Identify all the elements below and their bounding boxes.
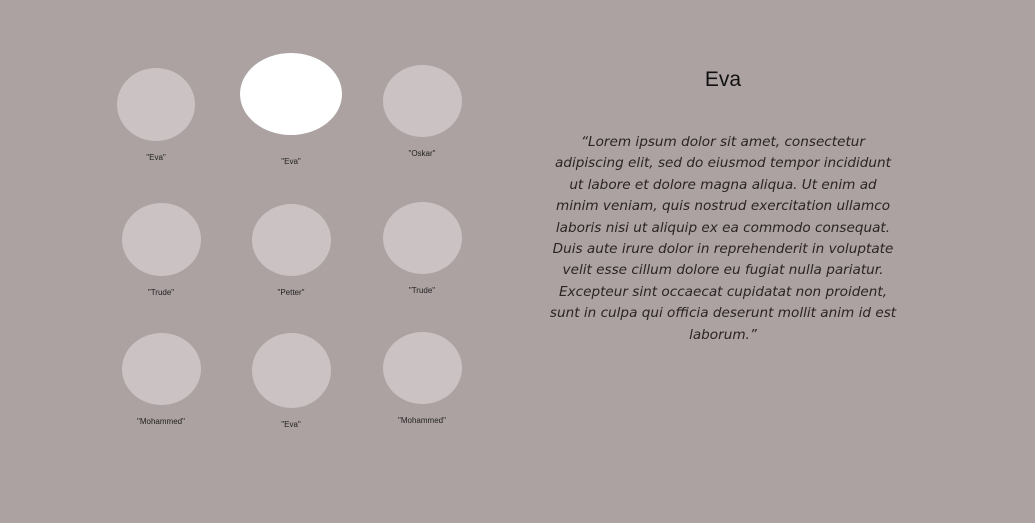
person-card-selected[interactable]: "Eva" [231, 53, 351, 166]
person-name: "Eva" [281, 157, 301, 166]
person-name: "Trude" [408, 286, 436, 295]
person-portrait-icon[interactable] [382, 202, 462, 274]
detail-panel: Eva “Lorem ipsum dolor sit amet, consect… [548, 60, 898, 346]
person-portrait-icon[interactable] [117, 68, 195, 141]
detail-title: Eva [704, 68, 742, 91]
person-card[interactable]: "Petter" [231, 204, 351, 297]
person-name: "Oskar" [408, 149, 436, 158]
person-card[interactable]: "Trude" [362, 202, 482, 295]
person-card[interactable]: "Oskar" [362, 65, 482, 158]
person-card[interactable]: "Eva" [231, 333, 351, 429]
people-grid: "Eva" "Eva" "Oskar" "Trude" "Petter" "Tr… [0, 0, 520, 523]
person-card[interactable]: "Trude" [101, 203, 221, 297]
person-name: "Trude" [147, 288, 175, 297]
quote-paragraph: Excepteur sint occaecat cupidatat non pr… [549, 283, 897, 343]
person-portrait-icon[interactable] [251, 204, 331, 276]
person-card[interactable]: "Eva" [96, 68, 216, 162]
quote-paragraph: Duis aute irure dolor in reprehenderit i… [552, 241, 894, 279]
person-name: "Mohammed" [137, 417, 185, 426]
person-name: "Mohammed" [398, 416, 446, 425]
person-portrait-icon[interactable] [382, 332, 462, 404]
person-name: "Eva" [281, 420, 301, 429]
person-name: "Petter" [277, 288, 305, 297]
person-portrait-icon[interactable] [382, 65, 462, 137]
person-name: "Eva" [146, 153, 166, 162]
person-portrait-icon[interactable] [121, 333, 201, 405]
detail-quote: “Lorem ipsum dolor sit amet, consectetur… [548, 132, 898, 346]
person-card[interactable]: "Mohammed" [101, 333, 221, 426]
person-portrait-icon[interactable] [240, 53, 342, 135]
person-card[interactable]: "Mohammed" [362, 332, 482, 425]
person-portrait-icon[interactable] [251, 333, 331, 408]
person-portrait-icon[interactable] [121, 203, 201, 276]
quote-paragraph: “Lorem ipsum dolor sit amet, consectetur… [555, 134, 891, 236]
